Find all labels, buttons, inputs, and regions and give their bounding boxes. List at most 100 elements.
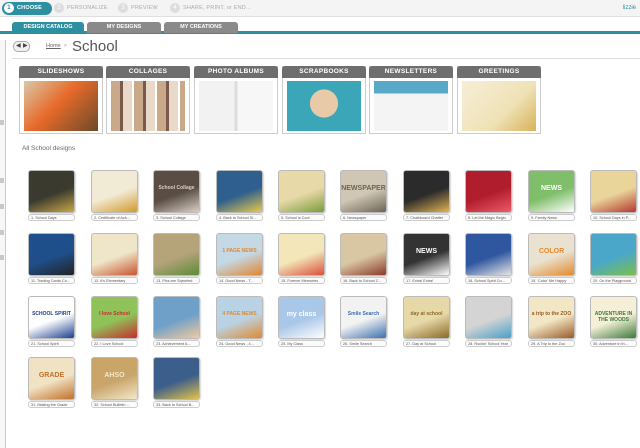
design-caption[interactable]: 29. A Trip to the Zoo <box>528 340 575 347</box>
design-thumbnail[interactable] <box>153 357 200 400</box>
design-caption[interactable]: 22. I Love School <box>91 340 138 347</box>
design-thumbnail[interactable]: day at school <box>403 296 450 339</box>
design-caption[interactable]: 7. Chalkboard Chatter <box>403 214 450 221</box>
category-scrapbooks[interactable]: SCRAPBOOKS <box>282 66 366 134</box>
design-thumbnail[interactable] <box>590 233 637 276</box>
design-caption[interactable]: 9. Family News <box>528 214 575 221</box>
breadcrumb-home-link[interactable]: Home <box>46 43 61 49</box>
design-caption[interactable]: 4. Back to School Sl... <box>216 214 263 221</box>
design-caption[interactable]: 8. Let the Magic Begin <box>465 214 512 221</box>
strip-handle[interactable] <box>0 178 4 183</box>
strip-handle[interactable] <box>0 255 4 260</box>
design-thumbnail[interactable] <box>216 170 263 213</box>
design-thumbnail[interactable] <box>465 233 512 276</box>
design-caption[interactable]: 15. Forever Memories <box>278 277 325 284</box>
design-caption[interactable]: 1. School Days <box>28 214 75 221</box>
design-caption[interactable]: 31. Making the Grade <box>28 401 75 408</box>
design-caption[interactable]: 23. Achievement A... <box>153 340 200 347</box>
step-arrow-icon <box>44 2 50 14</box>
design-caption[interactable]: 30. Adventure in th... <box>590 340 637 347</box>
design-caption[interactable]: 11. Trading Cards Co... <box>28 277 75 284</box>
user-link[interactable]: lizzie <box>623 5 636 11</box>
design-thumbnail[interactable] <box>403 170 450 213</box>
design-caption[interactable]: 32. School Bulletin ... <box>91 401 138 408</box>
design-caption[interactable]: 24. Good News - 4... <box>216 340 263 347</box>
strip-handle[interactable] <box>0 120 4 125</box>
tab-my-designs[interactable]: MY DESIGNS <box>87 22 161 33</box>
design-thumbnail[interactable]: ADVENTURE IN THE WOODS <box>590 296 637 339</box>
design-caption[interactable]: 21. School Spirit <box>28 340 75 347</box>
design-caption[interactable]: 25. My Class <box>278 340 325 347</box>
design-thumbnail[interactable] <box>590 170 637 213</box>
design-caption[interactable]: 17. Extra! Extra! <box>403 277 450 284</box>
design-caption[interactable]: 10. School Days in P... <box>590 214 637 221</box>
design-thumbnail[interactable]: 1 PAGE NEWS <box>216 233 263 276</box>
design-thumbnail[interactable]: NEWSPAPER <box>340 170 387 213</box>
category-collages[interactable]: COLLAGES <box>106 66 190 134</box>
design-thumbnail[interactable]: 4 PAGE NEWS <box>216 296 263 339</box>
design-thumbnail[interactable] <box>465 296 512 339</box>
design-thumbnail[interactable] <box>340 233 387 276</box>
forward-arrow-icon[interactable]: ▶ <box>23 42 28 51</box>
design-caption[interactable]: 13. Pics are Sqrueled <box>153 277 200 284</box>
design-thumbnail-text: GRADE <box>38 372 65 379</box>
wizard-step-share[interactable]: 4 SHARE, PRINT, or END... <box>170 2 251 15</box>
design-caption[interactable]: 33. Back to School B... <box>153 401 200 408</box>
design-caption[interactable]: 26. Smile Search <box>340 340 387 347</box>
design-thumbnail-text: 4 PAGE NEWS <box>222 311 257 317</box>
design-thumbnail[interactable] <box>153 296 200 339</box>
wizard-step-preview[interactable]: 3 PREVIEW <box>118 2 158 15</box>
strip-handle[interactable] <box>0 230 4 235</box>
design-thumbnail[interactable]: COLOR <box>528 233 575 276</box>
category-thumbnail <box>462 81 536 131</box>
design-caption[interactable]: 20. On the Playground <box>590 277 637 284</box>
design-thumbnail[interactable]: I love School <box>91 296 138 339</box>
design-thumbnail[interactable]: a trip to the ZOO <box>528 296 575 339</box>
breadcrumb-separator: > <box>63 43 67 49</box>
design-caption[interactable]: 5. School is Cool <box>278 214 325 221</box>
design-thumbnail-text: School Collage <box>158 185 195 191</box>
design-thumbnail[interactable]: NEWS <box>528 170 575 213</box>
design-caption[interactable]: 27. Day at School <box>403 340 450 347</box>
design-thumbnail[interactable]: AHSO <box>91 357 138 400</box>
design-caption[interactable]: 3. School Collage <box>153 214 200 221</box>
category-greetings[interactable]: GREETINGS <box>457 66 541 134</box>
back-forward-buttons: ◀ ▶ <box>13 41 30 52</box>
category-slideshows[interactable]: SLIDESHOWS <box>19 66 103 134</box>
design-thumbnail[interactable]: SCHOOL SPIRIT <box>28 296 75 339</box>
design-thumbnail[interactable]: School Collage <box>153 170 200 213</box>
category-thumbnail <box>374 81 448 131</box>
strip-handle[interactable] <box>0 204 4 209</box>
back-arrow-icon[interactable]: ◀ <box>16 42 21 51</box>
design-caption[interactable]: 14. Good News - T... <box>216 277 263 284</box>
design-thumbnail[interactable]: NEWS <box>403 233 450 276</box>
design-thumbnail[interactable]: GRADE <box>28 357 75 400</box>
category-thumbnail <box>111 81 185 131</box>
wizard-step-personalize[interactable]: 2 PERSONALIZE <box>54 2 108 15</box>
design-caption[interactable]: 18. School Spirit Co... <box>465 277 512 284</box>
design-caption[interactable]: 2. Certificate of Ach... <box>91 214 138 221</box>
design-caption[interactable]: 12. It's Elementary <box>91 277 138 284</box>
design-caption[interactable]: 6. Newspaper <box>340 214 387 221</box>
design-thumbnail[interactable] <box>91 170 138 213</box>
design-thumbnail[interactable] <box>465 170 512 213</box>
design-thumbnail[interactable] <box>278 233 325 276</box>
design-thumbnail[interactable] <box>28 170 75 213</box>
category-newsletters[interactable]: NEWSLETTERS <box>369 66 453 134</box>
design-thumbnail[interactable]: Smile Search <box>340 296 387 339</box>
design-caption[interactable]: 28. Rockin' School Year <box>465 340 512 347</box>
design-thumbnail[interactable] <box>278 170 325 213</box>
design-caption[interactable]: 19. 'Color' Me Happy <box>528 277 575 284</box>
design-thumbnail[interactable]: my class <box>278 296 325 339</box>
tab-design-catalog[interactable]: DESIGN CATALOG <box>12 22 84 33</box>
design-thumbnail[interactable] <box>153 233 200 276</box>
tab-my-creations[interactable]: MY CREATIONS <box>164 22 238 33</box>
category-photo-albums[interactable]: PHOTO ALBUMS <box>194 66 278 134</box>
design-thumbnail[interactable] <box>91 233 138 276</box>
category-thumbnail <box>199 81 273 131</box>
design-caption[interactable]: 16. Back to School C... <box>340 277 387 284</box>
design-thumbnail[interactable] <box>28 233 75 276</box>
design-thumbnail-text: NEWSPAPER <box>341 185 386 192</box>
category-label: SLIDESHOWS <box>19 66 103 78</box>
category-label: PHOTO ALBUMS <box>194 66 278 78</box>
